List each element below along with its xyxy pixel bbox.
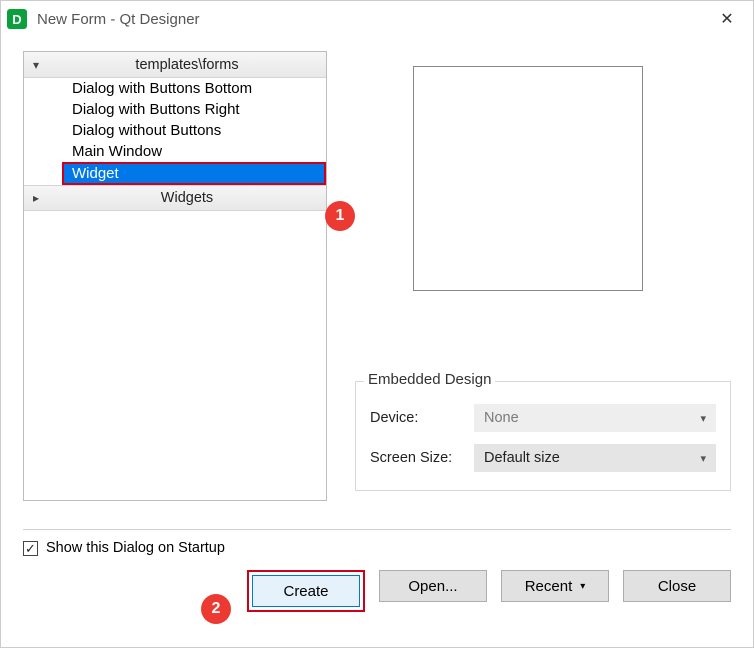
window-title: New Form - Qt Designer: [37, 11, 200, 28]
device-label: Device:: [370, 410, 468, 426]
chevron-right-icon: ▸: [24, 191, 48, 205]
chevron-down-icon: ▾: [24, 58, 48, 72]
screen-size-combo[interactable]: Default size▾: [474, 444, 716, 472]
create-button[interactable]: Create: [252, 575, 360, 607]
create-highlight: Create: [247, 570, 365, 612]
screen-size-label: Screen Size:: [370, 450, 468, 466]
annotation-2: 2: [201, 594, 231, 624]
recent-button[interactable]: Recent▾: [501, 570, 609, 602]
embedded-design-group: Embedded Design Device: None▾ Screen Siz…: [355, 381, 731, 491]
tree-item[interactable]: Dialog with Buttons Bottom: [24, 78, 326, 99]
annotation-1: 1: [325, 201, 355, 231]
template-tree[interactable]: ▾ templates\forms Dialog with Buttons Bo…: [23, 51, 327, 501]
app-icon: D: [7, 9, 27, 29]
tree-item-selected[interactable]: Widget: [24, 162, 326, 185]
tree-item[interactable]: Main Window: [24, 141, 326, 162]
tree-category-widgets[interactable]: ▸ Widgets: [24, 185, 326, 211]
titlebar: D New Form - Qt Designer ✕: [1, 1, 753, 37]
show-on-startup-label: Show this Dialog on Startup: [46, 540, 225, 556]
form-preview: [413, 66, 643, 291]
tree-item[interactable]: Dialog without Buttons: [24, 120, 326, 141]
tree-item[interactable]: Dialog with Buttons Right: [24, 99, 326, 120]
device-combo[interactable]: None▾: [474, 404, 716, 432]
show-on-startup-checkbox[interactable]: ✓: [23, 541, 38, 556]
tree-category-forms[interactable]: ▾ templates\forms: [24, 52, 326, 78]
open-button[interactable]: Open...: [379, 570, 487, 602]
group-legend: Embedded Design: [364, 371, 495, 388]
chevron-down-icon: ▾: [700, 452, 706, 465]
close-button[interactable]: Close: [623, 570, 731, 602]
close-icon[interactable]: ✕: [707, 9, 747, 29]
chevron-down-icon: ▾: [700, 412, 706, 425]
chevron-down-icon: ▾: [580, 581, 585, 592]
